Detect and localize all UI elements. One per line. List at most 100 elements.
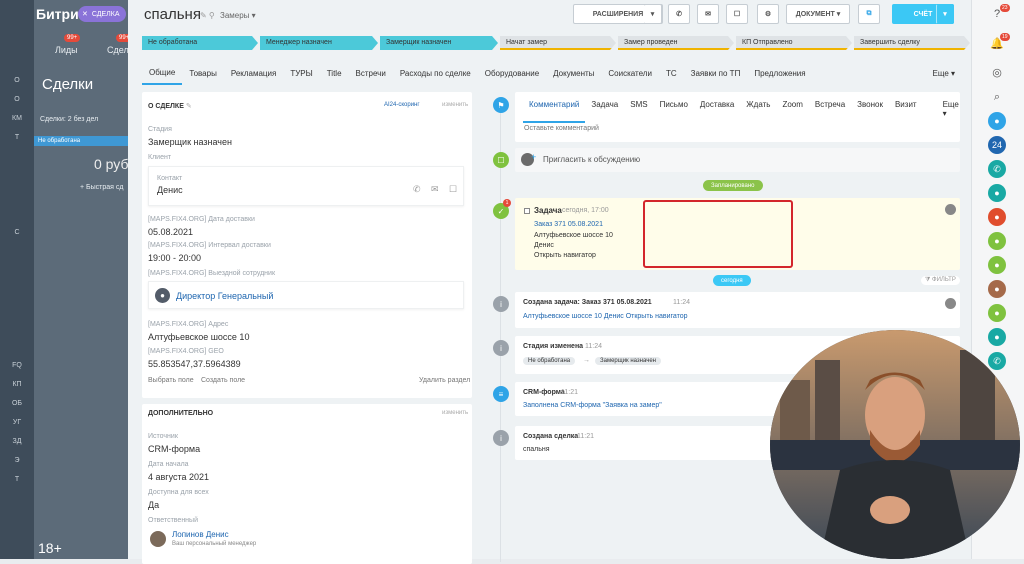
rail-item[interactable]: О [0, 90, 34, 109]
user-icon[interactable]: ● [988, 328, 1006, 346]
contact-name[interactable]: Денис [157, 185, 183, 195]
rail-item[interactable]: Т [0, 470, 34, 489]
tab-0[interactable]: Общие [142, 64, 183, 85]
stage-4[interactable]: Замер проведен [618, 36, 734, 50]
activity-tab-9[interactable]: Визит [889, 98, 923, 123]
phone-icon[interactable]: ✆ [988, 160, 1006, 178]
tab-13[interactable]: Еще ▾ [925, 65, 962, 84]
stage-0[interactable]: Не обработана [142, 36, 258, 50]
document-button[interactable]: ДОКУМЕНТ ▾ [786, 4, 850, 24]
edit-title-icon[interactable]: ✎ ⚲ [200, 11, 215, 20]
address-value[interactable]: Алтуфьевское шоссе 10 [148, 332, 249, 342]
rail-item[interactable]: ОБ [0, 394, 34, 413]
delivery-date-value[interactable]: 05.08.2021 [148, 227, 193, 237]
tab-10[interactable]: ТС [659, 65, 684, 84]
employee-name[interactable]: Директор Генеральный [176, 291, 273, 301]
geo-value[interactable]: 55.853547,37.5964389 [148, 359, 241, 369]
tab-11[interactable]: Заявки по ТП [684, 65, 748, 84]
rail-item[interactable]: КП [0, 375, 34, 394]
create-field-link[interactable]: Создать поле [201, 377, 245, 384]
rail-item[interactable] [0, 242, 34, 261]
task-navigator-link[interactable]: Открыть навигатор [534, 252, 596, 259]
rail-item[interactable] [0, 185, 34, 204]
rail-item[interactable]: ЗД [0, 432, 34, 451]
rail-item[interactable] [0, 299, 34, 318]
rail-item[interactable]: С [0, 223, 34, 242]
rail-item[interactable]: Т [0, 128, 34, 147]
phone-icon[interactable]: ✆ [988, 352, 1006, 370]
rail-item[interactable] [0, 166, 34, 185]
extra-change-link[interactable]: изменить [442, 410, 468, 416]
task-order-link[interactable]: Заказ 371 05.08.2021 [534, 221, 603, 228]
search-icon[interactable]: ⌕ [988, 88, 1006, 106]
tab-9[interactable]: Соискатели [601, 65, 659, 84]
comment-input[interactable]: Оставьте комментарий [524, 125, 599, 132]
activity-tab-7[interactable]: Встреча [809, 98, 851, 123]
task-checkbox[interactable] [524, 208, 530, 214]
user-icon[interactable]: ● [988, 256, 1006, 274]
rail-item[interactable] [0, 52, 34, 71]
about-change-link[interactable]: изменить [442, 102, 468, 108]
stage-3[interactable]: Начат замер [500, 36, 616, 50]
rail-item[interactable] [0, 280, 34, 299]
chat-icon[interactable]: ◎ [988, 63, 1006, 81]
rail-item[interactable]: КМ [0, 109, 34, 128]
user-icon[interactable]: ● [988, 304, 1006, 322]
tab-leads[interactable]: Лиды [48, 41, 85, 61]
rail-item[interactable] [0, 508, 34, 527]
gear-icon[interactable]: ⚙ [757, 4, 779, 24]
event-body[interactable]: Алтуфьевское шоссе 10 Денис Открыть нави… [523, 313, 688, 320]
rail-item[interactable]: УГ [0, 413, 34, 432]
delete-section-link[interactable]: Удалить раздел [419, 377, 470, 384]
event-body[interactable]: Заполнена CRM-форма "Заявка на замер" [523, 402, 662, 409]
tab-1[interactable]: Товары [182, 65, 224, 84]
activity-tab-8[interactable]: Звонок [851, 98, 889, 123]
rail-item[interactable] [0, 147, 34, 166]
support-24-icon[interactable]: 24 [988, 136, 1006, 154]
tab-6[interactable]: Расходы по сделке [393, 65, 478, 84]
tab-8[interactable]: Документы [546, 65, 601, 84]
copy-link-icon[interactable]: ⧉ [858, 4, 880, 24]
user-icon[interactable]: ● [988, 232, 1006, 250]
activity-tab-1[interactable]: Задача [585, 98, 624, 123]
rail-item[interactable] [0, 261, 34, 280]
rail-item[interactable] [0, 489, 34, 508]
interval-value[interactable]: 19:00 - 20:00 [148, 253, 201, 263]
mail-icon[interactable]: ✉ [431, 184, 439, 195]
source-value[interactable]: CRM-форма [148, 444, 200, 454]
access-value[interactable]: Да [148, 500, 159, 510]
chat-icon[interactable]: ☐ [726, 4, 748, 24]
activity-tab-5[interactable]: Ждать [740, 98, 776, 123]
activity-tab-2[interactable]: SMS [624, 98, 653, 123]
extensions-dropdown[interactable]: ▾ [644, 4, 662, 24]
tab-2[interactable]: Рекламация [224, 65, 283, 84]
activity-tab-3[interactable]: Письмо [654, 98, 694, 123]
ai-scoring-link[interactable]: AI24-скоринг [384, 102, 420, 108]
rail-item[interactable] [0, 33, 34, 52]
start-date-value[interactable]: 4 августа 2021 [148, 472, 209, 482]
stage-6[interactable]: Завершить сделку [854, 36, 970, 50]
user-icon[interactable]: ● [988, 112, 1006, 130]
activity-tab-0[interactable]: Комментарий [523, 98, 586, 123]
rail-item[interactable] [0, 204, 34, 223]
activity-tab-6[interactable]: Zoom [776, 98, 808, 123]
invoice-dropdown[interactable]: ▾ [936, 4, 954, 24]
rail-item[interactable]: Э [0, 451, 34, 470]
deal-title[interactable]: спальня [144, 6, 201, 23]
stage-2[interactable]: Замерщик назначен [380, 36, 498, 50]
tab-4[interactable]: Title [320, 65, 349, 84]
rail-item[interactable] [0, 337, 34, 356]
rail-item[interactable]: FQ [0, 356, 34, 375]
quick-deal-link[interactable]: + Быстрая сд [80, 184, 123, 191]
stage-5[interactable]: КП Отправлено [736, 36, 852, 50]
tab-5[interactable]: Встречи [349, 65, 393, 84]
activity-tab-4[interactable]: Доставка [694, 98, 740, 123]
avatar[interactable]: ● [988, 280, 1006, 298]
rail-item[interactable]: О [0, 71, 34, 90]
pipeline-selector[interactable]: Замеры ▾ [220, 11, 256, 20]
close-icon[interactable]: ✕ [82, 10, 88, 18]
user-icon[interactable]: ● [988, 208, 1006, 226]
tab-3[interactable]: ТУРЫ [283, 65, 319, 84]
tab-7[interactable]: Оборудование [478, 65, 546, 84]
responsible-name[interactable]: Лопинов Денис [172, 530, 229, 539]
